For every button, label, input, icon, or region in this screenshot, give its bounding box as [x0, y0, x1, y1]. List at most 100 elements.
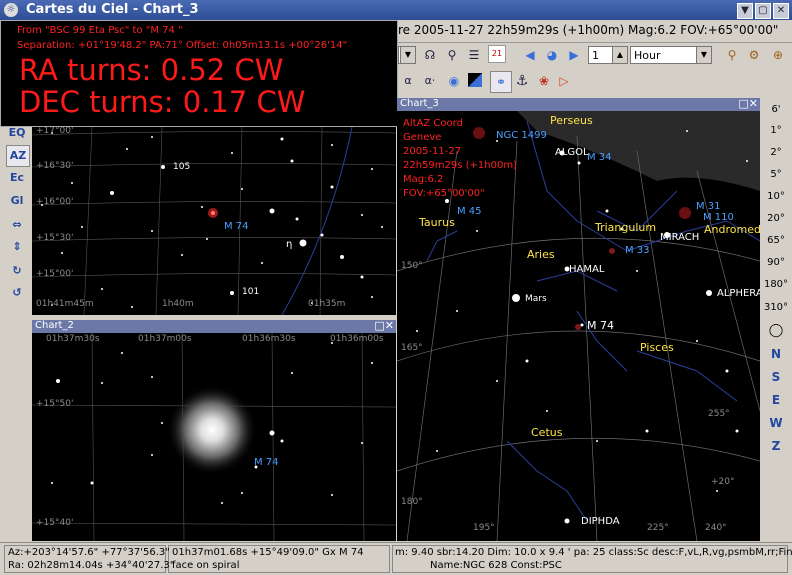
chart-1-grid-label: 01h41m45m	[36, 299, 94, 309]
chart-1-grid-label: +15°30'	[36, 233, 74, 243]
toolbar-dropdown-left[interactable]: ▼	[398, 46, 416, 64]
calendar-icon[interactable]: 21	[488, 45, 506, 63]
dso-label: M 45	[457, 206, 482, 217]
chart-3-title: Chart_3	[400, 98, 439, 109]
lifebuoy-icon[interactable]: ❀	[534, 71, 554, 91]
grid-circle-icon[interactable]: ◯	[760, 323, 792, 338]
flip-vertical-icon[interactable]: ⇕	[6, 237, 28, 257]
target-label-m74: M 74	[587, 319, 614, 332]
telescope-icon[interactable]: ⚲	[722, 45, 742, 65]
settings-icon[interactable]: ⚙	[744, 45, 764, 65]
altaz-button[interactable]: AZ	[6, 145, 30, 167]
chart-3-grid-label: 165°	[401, 343, 423, 353]
distance-from-to: From "BSC 99 Eta Psc" to "M 74 "	[17, 25, 183, 36]
galactic-button[interactable]: Gl	[6, 191, 28, 211]
chart-1-grid-label: 1h40m	[162, 299, 194, 309]
rotate-right-icon[interactable]: ↻	[6, 261, 28, 281]
target-icon[interactable]: ⊕	[768, 45, 788, 65]
magnitude-limit: Mag:6.2	[403, 174, 444, 185]
link-icon[interactable]: ⚭	[490, 71, 512, 93]
star-label: 105	[173, 162, 191, 172]
projection-toolbar: EQ AZ Ec Gl ⇔ ⇕ ↻ ↺	[0, 126, 32, 542]
toolbar: ▼ ☊ ⚲ ☰ 21 ◀ ◕ ▶ 1 ▲ Hour ▼ ⚲ ⚙ ⊕ α α⋅ ◉ ⚭…	[398, 43, 792, 97]
binoculars-icon[interactable]: ☊	[420, 45, 440, 65]
time-step-input[interactable]: 1 ▲	[588, 46, 628, 64]
status-bar: Az:+203°14'57.6" +77°37'56.3" Ra: 02h28m…	[0, 542, 792, 575]
now-clock-icon[interactable]: ◕	[542, 45, 562, 65]
chart-3-header: Chart_3 □✕	[397, 97, 760, 111]
chart-2-grid-label: 01h37m30s	[46, 334, 100, 344]
chart-2-header: Chart_2 □✕	[32, 319, 396, 333]
star-label: ALPHERATZ	[717, 288, 760, 299]
fov-button[interactable]: 180°	[760, 279, 792, 290]
close-button[interactable]: ✕	[773, 3, 789, 19]
step-back-icon[interactable]: ◀	[520, 45, 540, 65]
app-icon[interactable]: ☼	[4, 3, 18, 17]
rotate-left-icon[interactable]: ↺	[6, 283, 28, 303]
status-object-detail: m: 9.40 sbr:14.20 Dim: 10.0 x 9.4 ' pa: …	[395, 547, 792, 558]
fov-button[interactable]: 20°	[760, 213, 792, 224]
fov-button[interactable]: 5°	[760, 169, 792, 180]
constellation-label: Aries	[527, 248, 555, 261]
chart-2-close-icon[interactable]: □✕	[374, 319, 394, 332]
maximize-button[interactable]: ▢	[755, 3, 771, 19]
alpha-labels-icon[interactable]: α	[398, 71, 418, 91]
star-label: DIPHDA	[581, 516, 620, 527]
fov-button[interactable]: 6'	[760, 104, 792, 115]
play-icon[interactable]: ▷	[554, 71, 574, 91]
fov-button[interactable]: 1°	[760, 125, 792, 136]
fov-button[interactable]: 90°	[760, 257, 792, 268]
time-unit-select[interactable]: Hour ▼	[630, 46, 712, 64]
window-titlebar: ☼ Cartes du Ciel - Chart_3 ▼ ▢ ✕	[0, 0, 792, 20]
window-title: Cartes du Ciel - Chart_3	[26, 2, 199, 17]
list-icon[interactable]: ☰	[464, 45, 484, 65]
chart-3-grid-label: 240°	[705, 523, 727, 533]
chart-3-grid-label: +20°	[711, 477, 735, 487]
dec-turns: DEC turns: 0.17 CW	[19, 85, 306, 119]
chart-info-text: re 2005-11-27 22h59m29s (+1h00m) Mag:6.2…	[398, 23, 779, 37]
view-north-button[interactable]: N	[760, 347, 792, 361]
search-object-icon[interactable]: ⚲	[442, 45, 462, 65]
dso-label: M 31	[696, 201, 721, 212]
fov-button[interactable]: 65°	[760, 235, 792, 246]
time-unit-value: Hour	[634, 49, 661, 62]
date: 2005-11-27	[403, 146, 462, 157]
star-label: η	[286, 239, 293, 250]
chart-3-grid-label: 150°	[401, 261, 423, 271]
minimize-button[interactable]: ▼	[737, 3, 753, 19]
anchor-icon[interactable]: ⚓	[512, 71, 532, 91]
equatorial-button[interactable]: EQ	[6, 123, 28, 143]
view-south-button[interactable]: S	[760, 370, 792, 384]
chart-1-grid-label: +16°00'	[36, 197, 74, 207]
status-altaz: Az:+203°14'57.6" +77°37'56.3"	[8, 547, 170, 558]
star-label: ALGOL	[555, 147, 589, 158]
ecliptic-button[interactable]: Ec	[6, 168, 28, 188]
chart-2-view[interactable]: 01h37m30s 01h37m00s 01h36m30s 01h36m00s …	[32, 333, 396, 541]
chart-3-grid-label: 180°	[401, 497, 423, 507]
view-east-button[interactable]: E	[760, 393, 792, 407]
flip-horizontal-icon[interactable]: ⇔	[6, 215, 28, 235]
constellation-label: Perseus	[550, 114, 593, 127]
fov-button[interactable]: 310°	[760, 302, 792, 313]
chart-3-view[interactable]: AltAZ Coord Geneve 2005-11-27 22h59m29s …	[397, 111, 760, 541]
measurement-overlay: From "BSC 99 Eta Psc" to "M 74 " Separat…	[0, 20, 398, 127]
view-zenith-button[interactable]: Z	[760, 439, 792, 453]
step-forward-icon[interactable]: ▶	[564, 45, 584, 65]
chart-1-grid-label: +17°00'	[36, 127, 74, 136]
status-radec: Ra: 02h28m14.04s +34°40'27.3"	[8, 560, 175, 571]
fov-button[interactable]: 2°	[760, 147, 792, 158]
alpha-names-icon[interactable]: α⋅	[420, 71, 440, 91]
fov-button[interactable]: 10°	[760, 191, 792, 202]
chart-2-grid-label: 01h36m30s	[242, 334, 296, 344]
chart-info-strip: re 2005-11-27 22h59m29s (+1h00m) Mag:6.2…	[398, 20, 792, 43]
time: 22h59m29s (+1h00m)	[403, 160, 517, 171]
galaxy-icon[interactable]: ◉	[444, 71, 464, 91]
chart-3-close-icon[interactable]: □✕	[738, 97, 758, 110]
separation-text: Separation: +01°19'48.2" PA:71° Offset: …	[17, 40, 348, 51]
view-west-button[interactable]: W	[760, 416, 792, 430]
object-label-m74: M 74	[224, 221, 249, 232]
constellation-label: Cetus	[531, 426, 563, 439]
chart-1-view[interactable]: +17°00' +16°30' +16°00' +15°30' +15°00' …	[32, 127, 396, 315]
constellation-label: Andromeda	[704, 223, 760, 236]
contrast-icon[interactable]	[468, 73, 482, 87]
